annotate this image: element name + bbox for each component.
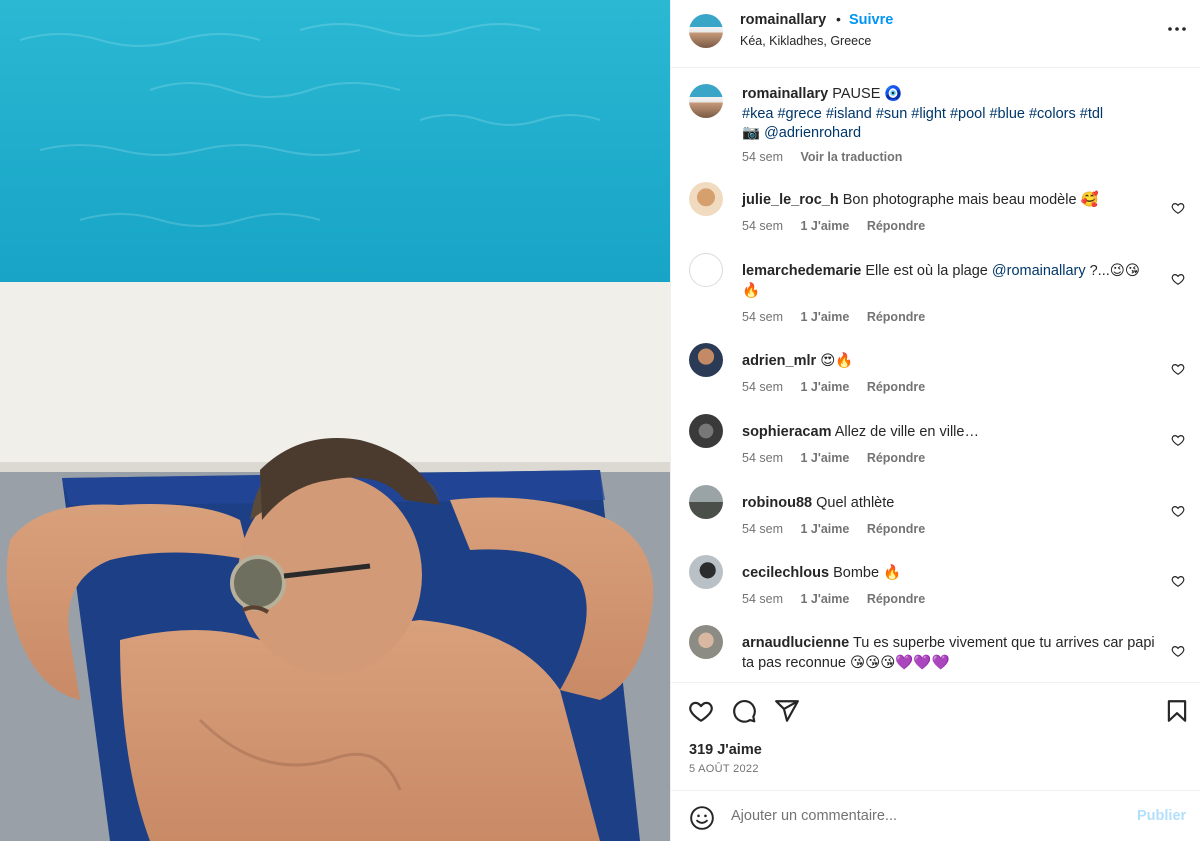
comment-time[interactable]: 54 sem bbox=[742, 380, 783, 394]
heart-icon[interactable] bbox=[1171, 433, 1185, 447]
heart-icon[interactable] bbox=[688, 698, 714, 724]
caption-username[interactable]: romainallary bbox=[742, 86, 828, 102]
comment-text: robinou88 Quel athlète bbox=[742, 494, 1157, 514]
comment-text: lemarchedemarie Elle est où la plage @ro… bbox=[742, 262, 1157, 301]
comment-body: Bon photographe mais beau modèle 🥰 bbox=[842, 192, 1099, 208]
heart-icon[interactable] bbox=[1171, 362, 1185, 376]
comment-body: 😍🔥 bbox=[820, 353, 854, 369]
commenter-avatar[interactable] bbox=[689, 182, 723, 216]
comment-text: arnaudlucienne Tu es superbe vivement qu… bbox=[742, 634, 1157, 673]
comment-text: adrien_mlr 😍🔥 bbox=[742, 352, 1157, 372]
comment-reply-button[interactable]: Répondre bbox=[867, 219, 925, 233]
comment-meta: 54 sem 1 J'aime Répondre bbox=[742, 592, 939, 606]
publish-button[interactable]: Publier bbox=[1137, 808, 1186, 824]
commenter-avatar[interactable] bbox=[689, 253, 723, 287]
comment-likes[interactable]: 1 J'aime bbox=[800, 522, 849, 536]
post-image bbox=[0, 0, 670, 841]
comment-text: julie_le_roc_h Bon photographe mais beau… bbox=[742, 191, 1157, 211]
post-location[interactable]: Kéa, Kikladhes, Greece bbox=[740, 34, 871, 48]
comment-body: Quel athlète bbox=[816, 495, 895, 511]
post-header: romainallary • Suivre Kéa, Kikladhes, Gr… bbox=[671, 0, 1200, 68]
share-icon[interactable] bbox=[774, 698, 800, 724]
comment-input[interactable] bbox=[731, 803, 1111, 829]
translate-button[interactable]: Voir la traduction bbox=[800, 150, 902, 164]
caption-meta: 54 sem Voir la traduction bbox=[742, 150, 916, 164]
comment-likes[interactable]: 1 J'aime bbox=[800, 310, 849, 324]
commenter-avatar[interactable] bbox=[689, 625, 723, 659]
comment-body: Elle est où la plage bbox=[865, 263, 988, 279]
comment-username[interactable]: cecilechlous bbox=[742, 565, 829, 581]
heart-icon[interactable] bbox=[1171, 504, 1185, 518]
comment-meta: 54 sem 1 J'aime Répondre bbox=[742, 522, 939, 536]
heart-icon[interactable] bbox=[1171, 272, 1185, 286]
likes-count[interactable]: 319 J'aime bbox=[689, 742, 762, 758]
comment-meta: 54 sem 1 J'aime Répondre bbox=[742, 219, 939, 233]
comment-time[interactable]: 54 sem bbox=[742, 310, 783, 324]
comment-username[interactable]: lemarchedemarie bbox=[742, 263, 861, 279]
comment-reply-button[interactable]: Répondre bbox=[867, 592, 925, 606]
comment-meta: 54 sem 1 J'aime Répondre bbox=[742, 380, 939, 394]
caption-credit[interactable]: 📷 @adrienrohard bbox=[742, 125, 861, 141]
comment-likes[interactable]: 1 J'aime bbox=[800, 219, 849, 233]
comment-likes[interactable]: 1 J'aime bbox=[800, 380, 849, 394]
more-horizontal-icon[interactable] bbox=[1165, 17, 1189, 41]
caption-hashtags[interactable]: #kea #grece #island #sun #light #pool #b… bbox=[742, 106, 1103, 122]
comment-username[interactable]: sophieracam bbox=[742, 424, 831, 440]
comment-mention[interactable]: @romainallary bbox=[992, 263, 1086, 279]
post-caption: romainallary PAUSE 🧿 #kea #grece #island… bbox=[742, 85, 1162, 144]
comment-reply-button[interactable]: Répondre bbox=[867, 522, 925, 536]
owner-avatar[interactable] bbox=[689, 14, 723, 48]
comment-meta: 54 sem 1 J'aime Répondre bbox=[742, 310, 939, 324]
add-comment-bar: Publier bbox=[671, 790, 1200, 841]
header-separator: • bbox=[836, 11, 841, 27]
post-photo[interactable] bbox=[0, 0, 670, 841]
heart-icon[interactable] bbox=[1171, 201, 1185, 215]
comment-text: cecilechlous Bombe 🔥 bbox=[742, 564, 1157, 584]
follow-button[interactable]: Suivre bbox=[849, 12, 893, 28]
post-side-panel: romainallary • Suivre Kéa, Kikladhes, Gr… bbox=[670, 0, 1200, 841]
heart-icon[interactable] bbox=[1171, 644, 1185, 658]
caption-avatar[interactable] bbox=[689, 84, 723, 118]
comment-username[interactable]: arnaudlucienne bbox=[742, 635, 849, 651]
comment-likes[interactable]: 1 J'aime bbox=[800, 451, 849, 465]
comment-body: Bombe 🔥 bbox=[833, 565, 902, 581]
comment-reply-button[interactable]: Répondre bbox=[867, 380, 925, 394]
comment-icon[interactable] bbox=[731, 698, 757, 724]
comment-meta: 54 sem 1 J'aime Répondre bbox=[742, 451, 939, 465]
post-actions: 319 J'aime 5 AOÛT 2022 bbox=[671, 682, 1200, 790]
commenter-avatar[interactable] bbox=[689, 343, 723, 377]
commenter-avatar[interactable] bbox=[689, 414, 723, 448]
comment-time[interactable]: 54 sem bbox=[742, 219, 783, 233]
comment-time[interactable]: 54 sem bbox=[742, 451, 783, 465]
comment-likes[interactable]: 1 J'aime bbox=[800, 592, 849, 606]
owner-username[interactable]: romainallary bbox=[740, 12, 826, 28]
post-date[interactable]: 5 AOÛT 2022 bbox=[689, 763, 759, 775]
commenter-avatar[interactable] bbox=[689, 555, 723, 589]
comment-body: Allez de ville en ville… bbox=[834, 424, 979, 440]
comment-username[interactable]: adrien_mlr bbox=[742, 353, 816, 369]
commenter-avatar[interactable] bbox=[689, 485, 723, 519]
bookmark-icon[interactable] bbox=[1164, 698, 1190, 724]
caption-time[interactable]: 54 sem bbox=[742, 150, 783, 164]
comment-username[interactable]: julie_le_roc_h bbox=[742, 192, 839, 208]
comment-username[interactable]: robinou88 bbox=[742, 495, 812, 511]
comment-reply-button[interactable]: Répondre bbox=[867, 310, 925, 324]
comments-section[interactable]: romainallary PAUSE 🧿 #kea #grece #island… bbox=[671, 69, 1200, 681]
comment-time[interactable]: 54 sem bbox=[742, 522, 783, 536]
comment-time[interactable]: 54 sem bbox=[742, 592, 783, 606]
caption-text: PAUSE 🧿 bbox=[832, 86, 903, 102]
comment-reply-button[interactable]: Répondre bbox=[867, 451, 925, 465]
comment-text: sophieracam Allez de ville en ville… bbox=[742, 423, 1157, 443]
emoji-icon[interactable] bbox=[689, 805, 715, 831]
heart-icon[interactable] bbox=[1171, 574, 1185, 588]
